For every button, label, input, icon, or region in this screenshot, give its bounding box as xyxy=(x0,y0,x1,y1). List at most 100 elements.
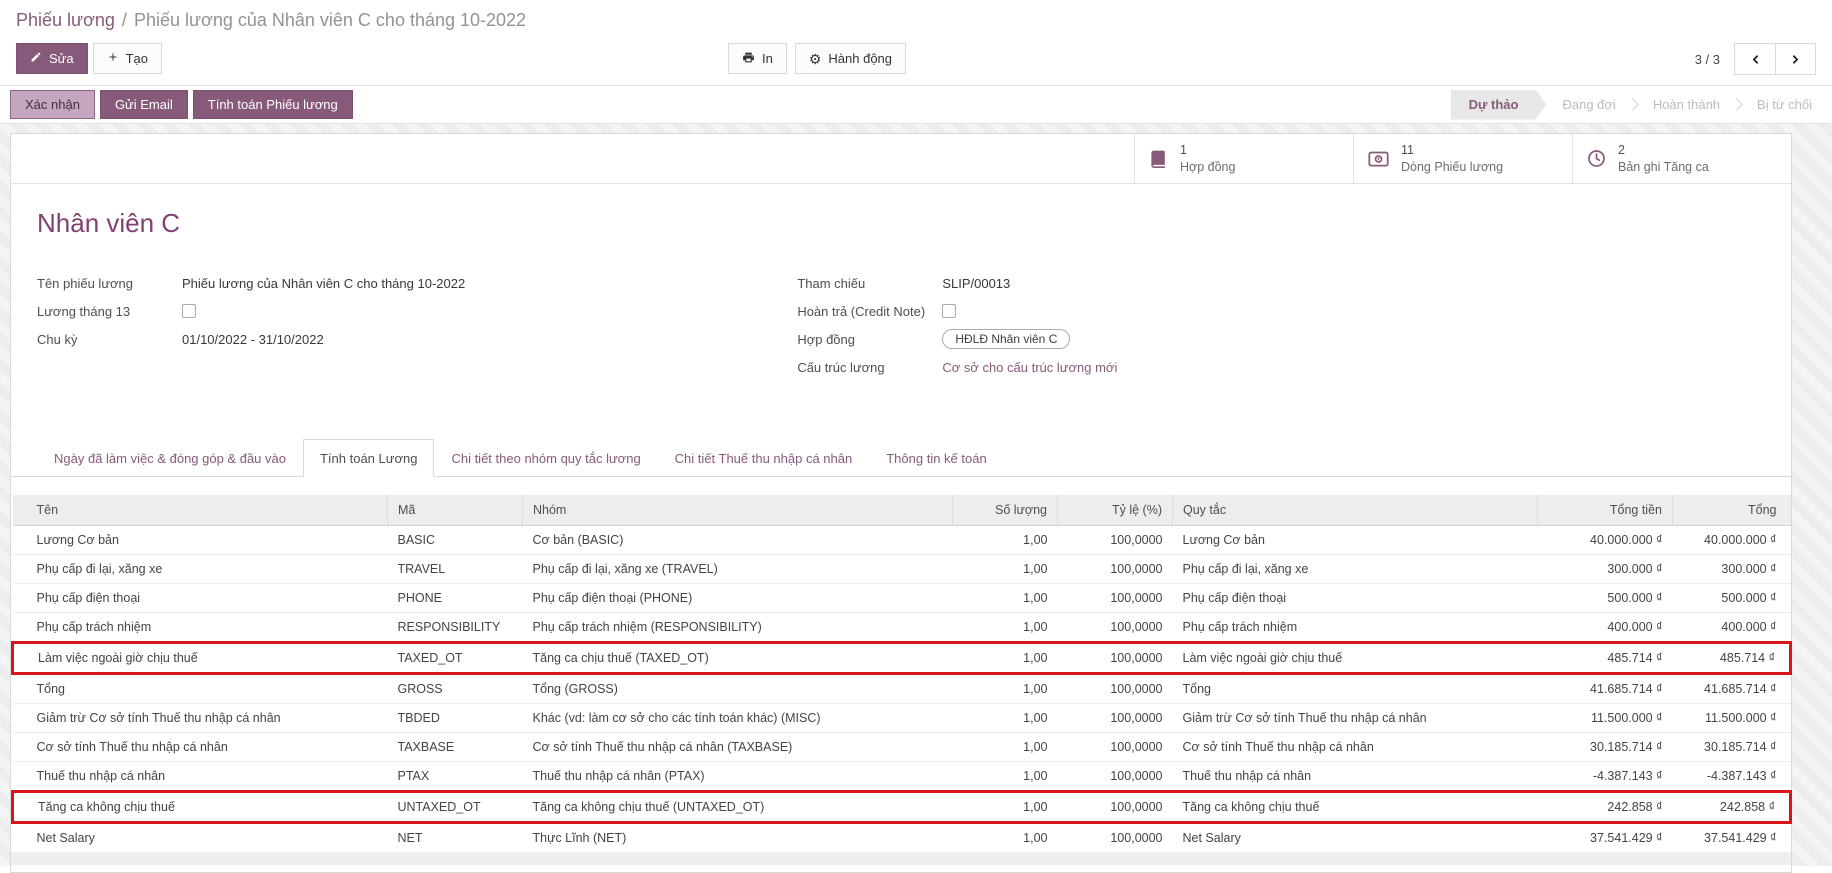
table-row[interactable]: Cơ sở tính Thuế thu nhập cá nhânTAXBASEC… xyxy=(13,733,1791,762)
table-row[interactable]: Phụ cấp đi lại, xăng xeTRAVELPhụ cấp đi … xyxy=(13,555,1791,584)
table-row[interactable]: Net SalaryNETThực Lĩnh (NET)1,00100,0000… xyxy=(13,823,1791,853)
breadcrumb-parent-link[interactable]: Phiếu lương xyxy=(16,10,115,30)
contract-stat-button[interactable]: 1Hợp đồng xyxy=(1134,134,1353,183)
pager-next-button[interactable] xyxy=(1775,44,1815,74)
table-cell: 1,00 xyxy=(953,792,1058,823)
table-cell: Tổng xyxy=(13,674,388,704)
table-cell: Lương Cơ bản xyxy=(1173,526,1538,555)
stat-button-box: 1Hợp đồng 11Dòng Phiếu lương 2Bản ghi Tăng… xyxy=(11,134,1791,184)
table-cell: 100,0000 xyxy=(1058,704,1173,733)
contract-field[interactable]: HĐLĐ Nhân viên C xyxy=(942,329,1070,349)
status-steps: Dự thảoĐang đợiHoàn thànhBị từ chối xyxy=(1451,90,1832,120)
payslip-name-field-row: Tên phiếu lươngPhiếu lương của Nhân viên… xyxy=(37,269,797,297)
state-waiting[interactable]: Đang đợi xyxy=(1546,90,1631,120)
table-cell: Phụ cấp đi lại, xăng xe xyxy=(13,555,388,584)
period-field-label: Chu kỳ xyxy=(37,332,182,347)
reference-field-row: Tham chiếuSLIP/00013 xyxy=(797,269,1765,297)
period-field: 01/10/2022 - 31/10/2022 xyxy=(182,332,324,347)
table-row[interactable]: Phụ cấp trách nhiệmRESPONSIBILITYPhụ cấp… xyxy=(13,613,1791,643)
tab-pit-details[interactable]: Chi tiết Thuế thu nhập cá nhân xyxy=(658,439,870,477)
book-icon xyxy=(1149,149,1168,168)
column-header[interactable]: Tổng xyxy=(1673,495,1791,526)
state-draft[interactable]: Dự thảo xyxy=(1451,90,1547,120)
breadcrumb: Phiếu lương/Phiếu lương của Nhân viên C … xyxy=(16,8,1816,43)
compute-payslip-button[interactable]: Tính toán Phiếu lương xyxy=(193,90,353,119)
table-cell: 100,0000 xyxy=(1058,762,1173,792)
tab-worked-days[interactable]: Ngày đã làm việc & đóng góp & đầu vào xyxy=(37,439,303,477)
pager-previous-button[interactable] xyxy=(1735,44,1775,74)
table-cell: 30.185.714 ₫ xyxy=(1538,733,1673,762)
table-cell: 41.685.714 ₫ xyxy=(1673,674,1791,704)
table-cell: Phụ cấp đi lại, xăng xe (TRAVEL) xyxy=(523,555,953,584)
table-row[interactable]: Lương Cơ bảnBASICCơ bản (BASIC)1,00100,0… xyxy=(13,526,1791,555)
edit-button[interactable]: Sửa xyxy=(16,43,88,74)
table-cell: Làm việc ngoài giờ chịu thuế xyxy=(13,643,388,674)
table-cell: RESPONSIBILITY xyxy=(388,613,523,643)
stat-value: 2 xyxy=(1618,142,1709,159)
column-header[interactable]: Số lượng xyxy=(953,495,1058,526)
contract-field-row: Hợp đồngHĐLĐ Nhân viên C xyxy=(797,325,1765,353)
column-header[interactable]: Tỷ lệ (%) xyxy=(1058,495,1173,526)
table-cell: Phụ cấp điện thoại (PHONE) xyxy=(523,584,953,613)
table-cell: 30.185.714 ₫ xyxy=(1673,733,1791,762)
tab-salary-computation[interactable]: Tính toán Lương xyxy=(303,439,434,477)
table-cell: 41.685.714 ₫ xyxy=(1538,674,1673,704)
payslip-lines-stat-button-text: 11Dòng Phiếu lương xyxy=(1401,142,1503,176)
action-button[interactable]: ⚙ Hành động xyxy=(795,43,906,74)
state-done[interactable]: Hoàn thành xyxy=(1637,90,1736,120)
thirteenth-month-checkbox[interactable] xyxy=(182,304,196,318)
table-cell: 100,0000 xyxy=(1058,733,1173,762)
table-cell: Cơ sở tính Thuế thu nhập cá nhân xyxy=(13,733,388,762)
column-header[interactable]: Tên xyxy=(13,495,388,526)
table-cell: 100,0000 xyxy=(1058,584,1173,613)
thirteenth-month-checkbox-row: Lương tháng 13 xyxy=(37,297,797,325)
record-title: Nhân viên C xyxy=(37,208,1765,239)
table-row[interactable]: Làm việc ngoài giờ chịu thuếTAXED_OTTăng… xyxy=(13,643,1791,674)
column-header[interactable]: Nhóm xyxy=(523,495,953,526)
table-cell: NET xyxy=(388,823,523,853)
table-cell: Tăng ca không chịu thuế (UNTAXED_OT) xyxy=(523,792,953,823)
table-cell: 300.000 ₫ xyxy=(1538,555,1673,584)
column-header[interactable]: Mã xyxy=(388,495,523,526)
table-cell: 242.858 ₫ xyxy=(1673,792,1791,823)
send-email-button[interactable]: Gửi Email xyxy=(100,90,188,119)
table-cell: Phụ cấp trách nhiệm xyxy=(13,613,388,643)
table-row[interactable]: Giảm trừ Cơ sở tính Thuế thu nhập cá nhâ… xyxy=(13,704,1791,733)
tab-rule-group-details[interactable]: Chi tiết theo nhóm quy tắc lương xyxy=(434,439,657,477)
column-header[interactable]: Tổng tiền xyxy=(1538,495,1673,526)
table-cell: 11.500.000 ₫ xyxy=(1673,704,1791,733)
column-header[interactable]: Quy tắc xyxy=(1173,495,1538,526)
table-cell: TBDED xyxy=(388,704,523,733)
table-cell: 1,00 xyxy=(953,555,1058,584)
table-cell: Cơ bản (BASIC) xyxy=(523,526,953,555)
state-rejected[interactable]: Bị từ chối xyxy=(1741,90,1828,120)
create-button[interactable]: Tạo xyxy=(93,43,162,74)
table-cell: 242.858 ₫ xyxy=(1538,792,1673,823)
salary-structure-field[interactable]: Cơ sở cho cấu trúc lương mới xyxy=(942,360,1117,375)
table-cell: Thực Lĩnh (NET) xyxy=(523,823,953,853)
tab-accounting[interactable]: Thông tin kế toán xyxy=(869,439,1003,477)
table-row[interactable]: Thuế thu nhập cá nhânPTAXThuế thu nhập c… xyxy=(13,762,1791,792)
table-cell: Tổng (GROSS) xyxy=(523,674,953,704)
table-cell: 100,0000 xyxy=(1058,613,1173,643)
table-cell: 1,00 xyxy=(953,733,1058,762)
table-row[interactable]: TổngGROSSTổng (GROSS)1,00100,0000Tổng41.… xyxy=(13,674,1791,704)
table-cell: 1,00 xyxy=(953,584,1058,613)
payslip-lines-stat-button[interactable]: 11Dòng Phiếu lương xyxy=(1353,134,1572,183)
table-cell: 37.541.429 ₫ xyxy=(1673,823,1791,853)
table-cell: 37.541.429 ₫ xyxy=(1538,823,1673,853)
reference-field: SLIP/00013 xyxy=(942,276,1010,291)
table-cell: 1,00 xyxy=(953,823,1058,853)
table-cell: 400.000 ₫ xyxy=(1673,613,1791,643)
breadcrumb-current: Phiếu lương của Nhân viên C cho tháng 10… xyxy=(134,10,526,30)
table-row[interactable]: Tăng ca không chịu thuếUNTAXED_OTTăng ca… xyxy=(13,792,1791,823)
credit-note-checkbox[interactable] xyxy=(942,304,956,318)
confirm-button[interactable]: Xác nhận xyxy=(10,90,95,119)
table-cell: 40.000.000 ₫ xyxy=(1538,526,1673,555)
table-row[interactable]: Phụ cấp điện thoạiPHONEPhụ cấp điện thoạ… xyxy=(13,584,1791,613)
stat-value: 1 xyxy=(1180,142,1235,159)
gear-icon: ⚙ xyxy=(809,52,822,66)
print-button[interactable]: In xyxy=(728,43,787,74)
banknote-icon xyxy=(1368,151,1389,167)
overtime-stat-button[interactable]: 2Bản ghi Tăng ca xyxy=(1572,134,1791,183)
